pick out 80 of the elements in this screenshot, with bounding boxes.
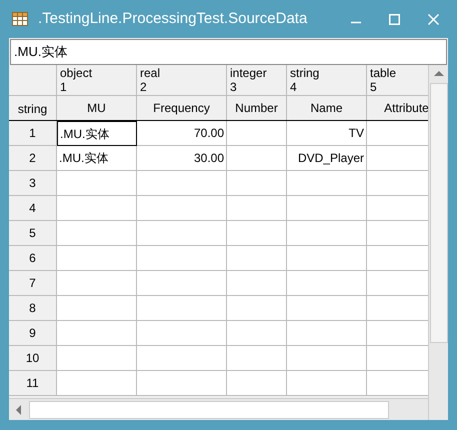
table-cell[interactable] [367, 346, 428, 371]
table-cell[interactable] [137, 321, 227, 346]
table-cell[interactable] [137, 296, 227, 321]
window-title: .TestingLine.ProcessingTest.SourceData [38, 8, 308, 29]
table-cell[interactable] [227, 196, 287, 221]
table-cell[interactable] [137, 196, 227, 221]
table-cell[interactable] [287, 171, 367, 196]
row-number: 7 [9, 271, 57, 296]
row-number: 11 [9, 371, 57, 396]
scrollbar-thumb[interactable] [430, 83, 448, 343]
table-cell[interactable] [367, 121, 428, 146]
table-cell[interactable] [227, 321, 287, 346]
column-type-header: object 1 [57, 65, 137, 96]
column-type-header: integer 3 [227, 65, 287, 96]
table-cell[interactable] [287, 196, 367, 221]
table-cell[interactable] [227, 246, 287, 271]
table-cell[interactable] [57, 171, 137, 196]
table-cell[interactable] [367, 246, 428, 271]
table-cell[interactable] [227, 296, 287, 321]
column-type-header: string 4 [287, 65, 367, 96]
table-cell[interactable] [57, 296, 137, 321]
table-cell[interactable] [227, 271, 287, 296]
table-cell[interactable] [287, 346, 367, 371]
table-cell[interactable] [367, 196, 428, 221]
table-cell[interactable] [137, 271, 227, 296]
table-cell[interactable]: .MU.实体 [57, 146, 137, 171]
row-number: 1 [9, 121, 57, 146]
table-cell[interactable]: 70.00 [137, 121, 227, 146]
table-cell[interactable] [137, 246, 227, 271]
table-cell[interactable] [287, 371, 367, 396]
column-type-header: real 2 [137, 65, 227, 96]
row-number: 6 [9, 246, 57, 271]
table-cell[interactable] [367, 221, 428, 246]
table-cell[interactable] [287, 296, 367, 321]
table-cell[interactable] [57, 371, 137, 396]
row-number: 3 [9, 171, 57, 196]
table-cell[interactable] [227, 171, 287, 196]
table-cell[interactable] [57, 321, 137, 346]
table-cell[interactable] [367, 171, 428, 196]
table-cell[interactable] [57, 196, 137, 221]
table-cell[interactable] [367, 371, 428, 396]
table-cell[interactable] [227, 221, 287, 246]
table-cell[interactable] [367, 271, 428, 296]
row-number: 9 [9, 321, 57, 346]
table-cell[interactable]: TV [287, 121, 367, 146]
horizontal-scrollbar[interactable] [9, 398, 428, 420]
table-cell[interactable] [287, 321, 367, 346]
table-cell[interactable]: .MU.实体 [57, 121, 137, 146]
table-cell[interactable] [137, 221, 227, 246]
table-cell[interactable] [287, 246, 367, 271]
row-number: 4 [9, 196, 57, 221]
column-type-header: table 5 [367, 65, 428, 96]
table-cell[interactable] [367, 296, 428, 321]
table-cell[interactable] [137, 346, 227, 371]
table-icon [12, 12, 28, 26]
table-cell[interactable] [367, 321, 428, 346]
table-cell[interactable] [57, 271, 137, 296]
scrollbar-thumb[interactable] [29, 400, 389, 418]
table-cell[interactable]: DVD_Player [287, 146, 367, 171]
vertical-scrollbar[interactable] [428, 65, 448, 420]
table-cell[interactable] [227, 346, 287, 371]
row-number: 10 [9, 346, 57, 371]
table-cell[interactable] [57, 221, 137, 246]
table-cell[interactable]: 30.00 [137, 146, 227, 171]
table-cell[interactable] [57, 346, 137, 371]
maximize-icon[interactable] [389, 14, 400, 24]
table-cell[interactable] [227, 371, 287, 396]
row-number: 2 [9, 146, 57, 171]
table-cell[interactable] [227, 146, 287, 171]
path-field[interactable]: .MU.实体 [10, 39, 447, 65]
table-cell[interactable] [287, 221, 367, 246]
table-cell[interactable] [137, 171, 227, 196]
row-number: 5 [9, 221, 57, 246]
table-cell[interactable] [367, 146, 428, 171]
table-cell[interactable] [57, 246, 137, 271]
table-cell[interactable] [287, 271, 367, 296]
table-cell[interactable] [137, 371, 227, 396]
close-icon[interactable] [428, 14, 439, 24]
row-number: 8 [9, 296, 57, 321]
table-cell[interactable] [227, 121, 287, 146]
